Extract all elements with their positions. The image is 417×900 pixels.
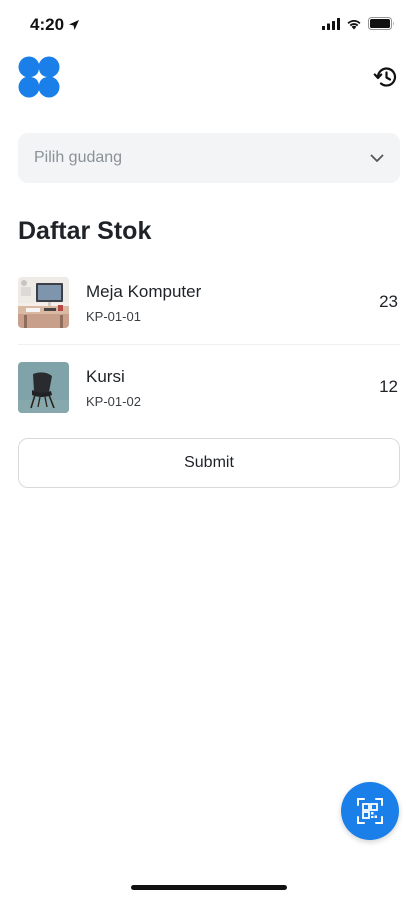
qr-scan-icon: [357, 798, 383, 824]
status-time-text: 4:20: [30, 15, 65, 34]
stock-item-code: KP-01-02: [86, 393, 141, 409]
scan-qr-button[interactable]: [341, 782, 399, 840]
stock-item-quantity: 12: [379, 377, 398, 396]
location-arrow-icon: [69, 20, 80, 30]
battery-icon: [368, 17, 394, 30]
stock-item-code: KP-01-01: [86, 308, 141, 324]
status-bar: 4:20: [0, 0, 417, 50]
home-indicator[interactable]: [131, 885, 287, 890]
product-thumbnail-desk: [18, 276, 69, 328]
wifi-icon: [347, 19, 361, 29]
stock-list-item[interactable]: Meja Komputer KP-01-01 23: [18, 260, 400, 344]
stock-list-item[interactable]: Kursi KP-01-02 12: [18, 344, 400, 429]
app-screen: 4:20 Pilih gudang Daftar Stok Meja Kompu…: [0, 0, 417, 900]
status-time: 4:20: [30, 15, 80, 35]
app-logo-icon: [18, 56, 60, 98]
chair-photo-image: [18, 361, 69, 413]
stock-item-text: Meja Komputer KP-01-01: [86, 281, 379, 324]
cellular-signal-icon: [322, 17, 340, 30]
app-header: [18, 56, 399, 98]
stock-list: Meja Komputer KP-01-01 23 Kursi KP-01-02…: [18, 260, 400, 429]
desk-photo-image: [18, 276, 69, 328]
chevron-down-icon: [370, 154, 384, 162]
stock-item-quantity: 23: [379, 292, 398, 311]
stock-item-name: Kursi: [86, 366, 125, 386]
history-icon[interactable]: [373, 64, 399, 90]
product-thumbnail-chair: [18, 361, 69, 413]
stock-item-text: Kursi KP-01-02: [86, 366, 379, 409]
stock-item-name: Meja Komputer: [86, 281, 202, 301]
status-indicators: [322, 17, 395, 30]
warehouse-select[interactable]: Pilih gudang: [18, 133, 400, 183]
submit-button[interactable]: Submit: [18, 438, 400, 488]
page-title: Daftar Stok: [18, 217, 152, 245]
warehouse-select-placeholder: Pilih gudang: [34, 149, 123, 166]
